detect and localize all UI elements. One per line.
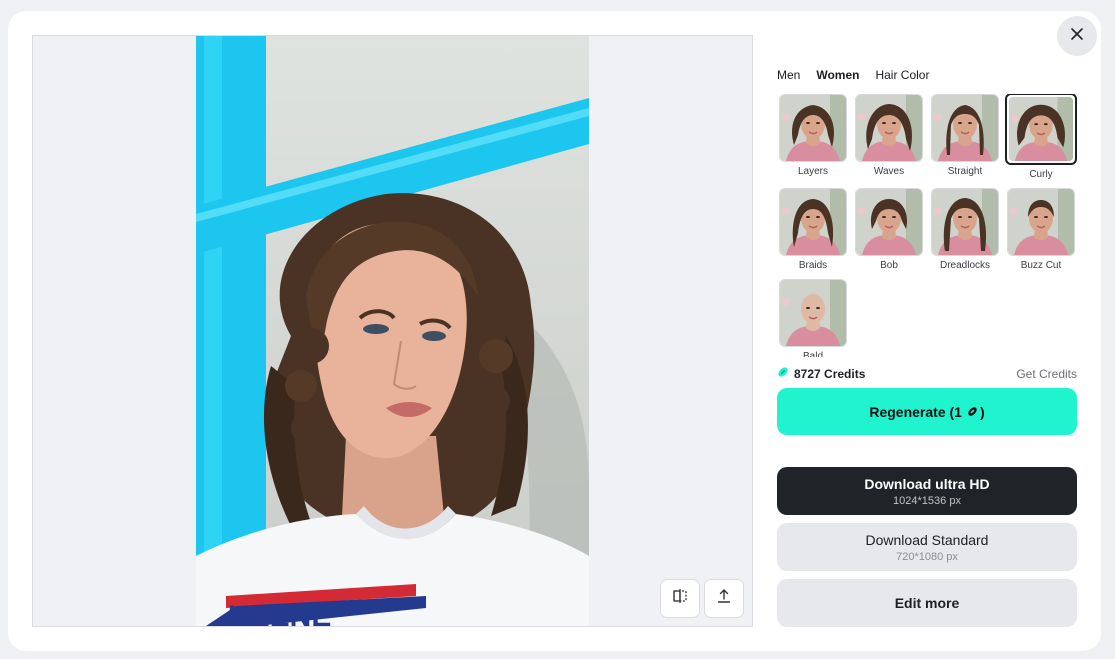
hairstyle-thumbnail — [779, 279, 847, 347]
hairstyle-option[interactable]: Curly — [1005, 94, 1077, 180]
download-standard-size: 720*1080 px — [896, 550, 958, 563]
hairstyle-label: Buzz Cut — [1020, 260, 1062, 271]
share-button[interactable] — [704, 579, 744, 618]
hairstyle-option[interactable]: Braids — [779, 188, 847, 271]
hairstyle-label: Curly — [1029, 169, 1053, 180]
shirt-print-text: UEENE — [228, 600, 331, 626]
credit-bean-icon — [967, 406, 978, 417]
tab-men[interactable]: Men — [777, 68, 800, 82]
credits-amount: 8727 Credits — [794, 366, 866, 381]
compare-icon — [672, 588, 688, 609]
hairstyle-option[interactable]: Dreadlocks — [931, 188, 999, 271]
tab-women[interactable]: Women — [816, 68, 859, 82]
hairstyle-option[interactable]: Waves — [855, 94, 923, 180]
hairstyle-option[interactable]: Layers — [779, 94, 847, 180]
hairstyle-label: Dreadlocks — [939, 260, 991, 271]
download-standard-button[interactable]: Download Standard 720*1080 px — [777, 523, 1077, 571]
hairstyle-label: Layers — [797, 166, 828, 177]
hairstyle-label: Waves — [873, 166, 905, 177]
hairstyle-thumbnail — [1005, 94, 1077, 165]
hairstyle-grid: Layers Waves Straight Curly Braids Bob Dreadlo… — [777, 94, 1081, 357]
hairstyle-label: Straight — [947, 166, 983, 177]
category-tabs: Men Women Hair Color — [777, 68, 929, 82]
hairstyle-thumbnail — [931, 94, 999, 162]
download-uhd-button[interactable]: Download ultra HD 1024*1536 px — [777, 467, 1077, 515]
share-icon — [716, 588, 732, 609]
hairstyle-thumbnail — [855, 94, 923, 162]
regenerate-button[interactable]: Regenerate (1 ) — [777, 388, 1077, 435]
hairstyle-label: Braids — [798, 260, 828, 271]
tab-hair-color[interactable]: Hair Color — [875, 68, 929, 82]
hairstyle-option[interactable]: Straight — [931, 94, 999, 180]
hairstyle-option[interactable]: Bob — [855, 188, 923, 271]
hairstyle-thumbnail — [779, 94, 847, 162]
hairstyle-option[interactable]: Buzz Cut — [1007, 188, 1075, 271]
download-uhd-size: 1024*1536 px — [893, 494, 961, 507]
compare-button[interactable] — [660, 579, 700, 618]
result-photo: UEENE — [196, 36, 589, 626]
image-preview: UEENE — [32, 35, 753, 627]
hairstyle-thumbnail — [1007, 188, 1075, 256]
hairstyle-thumbnail — [931, 188, 999, 256]
hairstyle-label: Bob — [880, 260, 898, 271]
style-panel: Men Women Hair Color Layers Waves Straight… — [777, 11, 1077, 651]
hairstyle-thumbnail — [855, 188, 923, 256]
credits-balance: 8727 Credits — [777, 366, 865, 381]
download-uhd-label: Download ultra HD — [864, 475, 990, 492]
hairstyle-label: Bald — [802, 351, 823, 357]
hairstyle-thumbnail — [779, 188, 847, 256]
credit-bean-icon — [777, 366, 789, 381]
edit-more-button[interactable]: Edit more — [777, 579, 1077, 627]
download-standard-label: Download Standard — [865, 531, 989, 548]
hairstyle-option[interactable]: Bald — [779, 279, 847, 357]
credits-row: 8727 Credits Get Credits — [777, 366, 1077, 381]
get-credits-link[interactable]: Get Credits — [1016, 367, 1077, 381]
hairstyle-modal: UEENE Men Women Hair Color Layers Waves … — [8, 11, 1101, 651]
regenerate-label: Regenerate (1 — [869, 403, 962, 420]
edit-more-label: Edit more — [894, 595, 960, 611]
regenerate-suffix: ) — [979, 403, 985, 420]
